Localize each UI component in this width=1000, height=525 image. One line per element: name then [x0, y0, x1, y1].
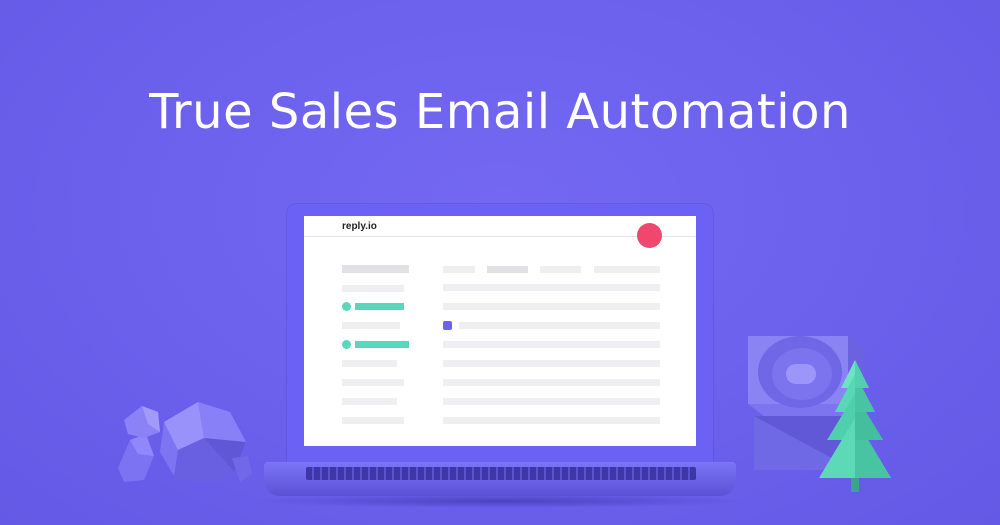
laptop-shadow	[250, 494, 750, 508]
list-row[interactable]	[443, 379, 660, 386]
sidebar-item[interactable]	[342, 360, 397, 367]
sidebar-item-active-dot	[342, 340, 351, 349]
list-row[interactable]	[443, 417, 660, 424]
list-row[interactable]	[443, 398, 660, 405]
app-logo[interactable]: reply.io	[342, 221, 377, 232]
laptop-keyboard	[306, 467, 696, 480]
tab-placeholder[interactable]	[540, 266, 581, 273]
tab-placeholder[interactable]	[443, 266, 475, 273]
list-row[interactable]	[443, 341, 660, 348]
polyhedron-crystal-icon	[118, 402, 252, 484]
avatar[interactable]	[637, 223, 662, 248]
sidebar-item[interactable]	[342, 322, 400, 329]
list-row[interactable]	[443, 284, 660, 291]
list-row[interactable]	[459, 322, 660, 329]
sidebar-item-active[interactable]	[355, 341, 409, 348]
sidebar-heading-placeholder	[342, 265, 409, 273]
sidebar-item[interactable]	[342, 379, 404, 386]
sidebar-item[interactable]	[342, 285, 404, 292]
sidebar-item-active-dot	[342, 302, 351, 311]
checkbox-checked-icon[interactable]	[443, 321, 452, 330]
sidebar-item-active[interactable]	[355, 303, 404, 310]
tab-placeholder[interactable]	[594, 266, 660, 273]
list-row[interactable]	[443, 303, 660, 310]
sidebar-item[interactable]	[342, 417, 404, 424]
list-row[interactable]	[443, 360, 660, 367]
headline: True Sales Email Automation	[149, 84, 851, 140]
sidebar-item[interactable]	[342, 398, 397, 405]
app-screen: reply.io	[304, 216, 696, 446]
pine-tree-icon	[819, 360, 891, 492]
tab-placeholder-active[interactable]	[487, 266, 528, 273]
